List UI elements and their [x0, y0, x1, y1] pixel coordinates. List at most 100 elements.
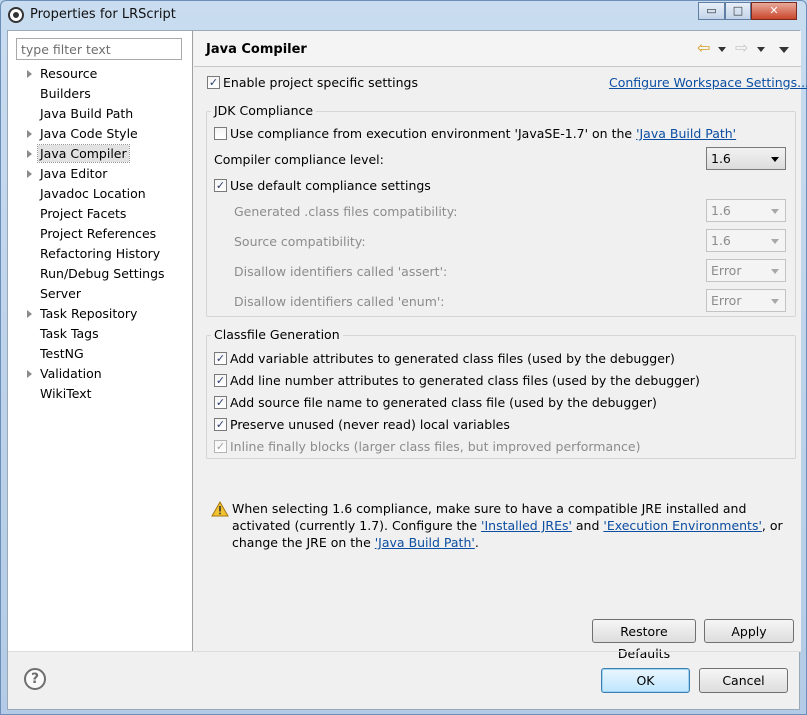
sidebar-item-label: Task Tags: [40, 326, 99, 341]
enable-project-specific-label: Enable project specific settings: [223, 75, 418, 90]
disallow-enum-select[interactable]: Error: [706, 289, 786, 312]
sidebar-item-label: Java Build Path: [40, 106, 134, 121]
back-arrow-icon[interactable]: ⇦: [697, 39, 710, 57]
java-build-path-link[interactable]: 'Java Build Path': [636, 126, 736, 141]
apply-button[interactable]: Apply: [704, 619, 794, 643]
checkmark-icon: ✓: [208, 76, 219, 89]
sidebar-item-label: Task Repository: [40, 306, 138, 321]
property-page-content: Java Compiler ⇦ ⇨ ✓ Enable project speci…: [194, 31, 807, 661]
classfile-option-checkbox[interactable]: ✓: [214, 418, 227, 431]
checkmark-icon: ✓: [215, 352, 226, 365]
source-compat-value: 1.6: [711, 233, 731, 248]
maximize-icon: □: [732, 4, 744, 17]
sidebar-item-java-build-path[interactable]: Java Build Path: [8, 104, 192, 124]
disallow-enum-label: Disallow identifiers called 'enum':: [234, 294, 445, 309]
property-page-tree: Resource Builders Java Build Path Java Code…: [8, 64, 192, 404]
source-compat-label: Source compatibility:: [234, 234, 366, 249]
minimize-button[interactable]: ▭: [698, 2, 725, 20]
enable-project-specific-checkbox[interactable]: ✓: [207, 76, 220, 89]
chevron-down-icon: [771, 157, 779, 162]
forward-arrow-icon[interactable]: ⇨: [735, 39, 748, 57]
checkmark-icon: ✓: [215, 374, 226, 387]
sidebar-item-task-tags[interactable]: Task Tags: [8, 324, 192, 344]
checkmark-icon: ✓: [215, 418, 226, 431]
classfile-option-label: Preserve unused (never read) local varia…: [230, 417, 510, 432]
execution-environments-link[interactable]: 'Execution Environments': [603, 518, 762, 533]
disallow-assert-value: Error: [711, 263, 742, 278]
sidebar-item-builders[interactable]: Builders: [8, 84, 192, 104]
sidebar-item-label: Java Code Style: [40, 126, 138, 141]
compliance-warning-message: When selecting 1.6 compliance, make sure…: [232, 500, 792, 551]
generated-class-compat-select[interactable]: 1.6: [706, 199, 786, 222]
window-title: Properties for LRScript: [30, 7, 176, 22]
maximize-button[interactable]: □: [725, 2, 751, 20]
configure-workspace-settings-link[interactable]: Configure Workspace Settings...: [609, 75, 807, 91]
classfile-option-checkbox[interactable]: ✓: [214, 352, 227, 365]
sidebar-item-task-repository[interactable]: Task Repository: [8, 304, 192, 324]
sidebar-item-server[interactable]: Server: [8, 284, 192, 304]
disallow-assert-select[interactable]: Error: [706, 259, 786, 282]
sidebar-item-label: Java Compiler: [37, 144, 130, 163]
compliance-level-label: Compiler compliance level:: [214, 152, 384, 167]
sidebar-item-label: Run/Debug Settings: [40, 266, 165, 281]
use-execution-env-text: Use compliance from execution environmen…: [230, 126, 637, 141]
ok-button[interactable]: OK: [601, 668, 690, 693]
sidebar-item-java-editor[interactable]: Java Editor: [8, 164, 192, 184]
sidebar-item-label: Javadoc Location: [40, 186, 146, 201]
sidebar-item-java-code-style[interactable]: Java Code Style: [8, 124, 192, 144]
classfile-option-label: Inline finally blocks (larger class file…: [230, 439, 641, 454]
installed-jres-link[interactable]: 'Installed JREs': [481, 518, 572, 533]
checkmark-icon: ✓: [215, 440, 226, 453]
expand-arrow-icon[interactable]: [27, 150, 32, 158]
java-build-path-link-warning[interactable]: 'Java Build Path': [375, 535, 475, 550]
restore-defaults-button[interactable]: Restore Defaults: [592, 619, 696, 661]
view-menu-icon[interactable]: [779, 47, 789, 53]
generated-class-compat-label: Generated .class files compatibility:: [234, 204, 458, 219]
close-window-button[interactable]: ✕: [751, 2, 797, 20]
sidebar-item-label: Refactoring History: [40, 246, 161, 261]
page-header: Java Compiler ⇦ ⇨: [194, 31, 801, 67]
navigation-pane: Resource Builders Java Build Path Java Code…: [8, 31, 193, 651]
filter-input[interactable]: [16, 38, 182, 60]
cancel-button[interactable]: Cancel: [699, 668, 788, 693]
expand-arrow-icon[interactable]: [27, 130, 32, 138]
sidebar-item-validation[interactable]: Validation: [8, 364, 192, 384]
sidebar-item-javadoc-location[interactable]: Javadoc Location: [8, 184, 192, 204]
dialog-button-bar: ? OK Cancel: [8, 651, 801, 711]
sidebar-item-refactoring-history[interactable]: Refactoring History: [8, 244, 192, 264]
classfile-option-label: Add line number attributes to generated …: [230, 373, 700, 388]
compliance-level-select[interactable]: 1.6: [706, 147, 786, 170]
sidebar-item-label: WikiText: [40, 386, 92, 401]
expand-arrow-icon[interactable]: [27, 170, 32, 178]
sidebar-item-java-compiler[interactable]: Java Compiler: [8, 144, 192, 164]
generated-class-compat-value: 1.6: [711, 203, 731, 218]
sidebar-item-testng[interactable]: TestNG: [8, 344, 192, 364]
chevron-down-icon: [771, 299, 779, 304]
classfile-option-checkbox[interactable]: ✓: [214, 396, 227, 409]
use-execution-env-checkbox[interactable]: [214, 127, 227, 140]
expand-arrow-icon[interactable]: [27, 370, 32, 378]
use-default-compliance-checkbox[interactable]: ✓: [214, 179, 227, 192]
dialog-client-area: Resource Builders Java Build Path Java Code…: [7, 30, 807, 711]
sidebar-item-project-references[interactable]: Project References: [8, 224, 192, 244]
help-icon[interactable]: ?: [24, 668, 46, 690]
disallow-assert-label: Disallow identifiers called 'assert':: [234, 264, 448, 279]
jdk-compliance-title: JDK Compliance: [211, 103, 317, 119]
classfile-option-checkbox[interactable]: ✓: [214, 440, 227, 453]
warning-text-2: and: [571, 518, 604, 533]
title-bar[interactable]: Properties for LRScript ▭ □ ✕: [1, 1, 806, 29]
forward-history-dropdown-icon[interactable]: [757, 47, 765, 52]
expand-arrow-icon[interactable]: [27, 70, 32, 78]
sidebar-item-run-debug-settings[interactable]: Run/Debug Settings: [8, 264, 192, 284]
sidebar-item-resource[interactable]: Resource: [8, 64, 192, 84]
use-default-compliance-label: Use default compliance settings: [230, 178, 431, 193]
classfile-option-checkbox[interactable]: ✓: [214, 374, 227, 387]
sidebar-item-project-facets[interactable]: Project Facets: [8, 204, 192, 224]
page-title: Java Compiler: [206, 42, 307, 57]
sidebar-item-label: Resource: [40, 66, 98, 81]
source-compat-select[interactable]: 1.6: [706, 229, 786, 252]
back-history-dropdown-icon[interactable]: [718, 47, 726, 52]
expand-arrow-icon[interactable]: [27, 310, 32, 318]
classfile-generation-title: Classfile Generation: [211, 327, 343, 343]
sidebar-item-wikitext[interactable]: WikiText: [8, 384, 192, 404]
